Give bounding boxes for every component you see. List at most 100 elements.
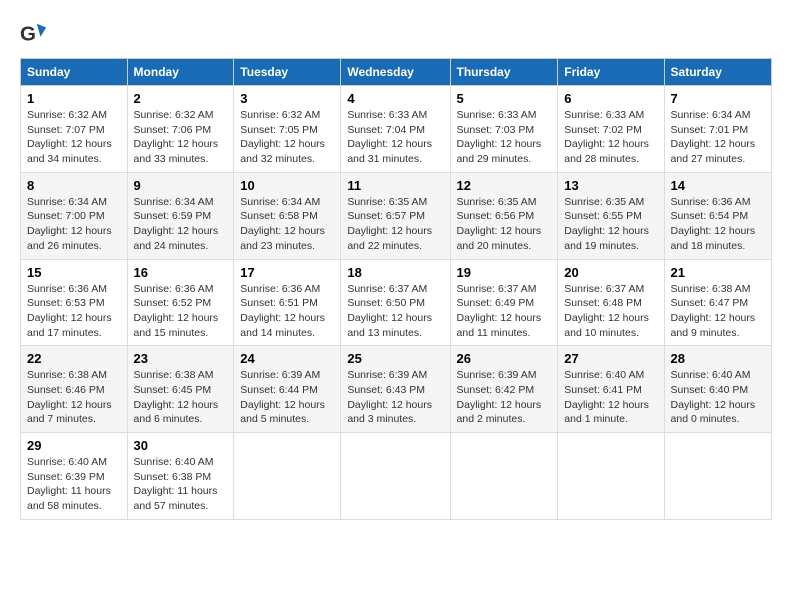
day-detail: Sunrise: 6:34 AMSunset: 7:00 PMDaylight:… (27, 196, 112, 252)
calendar-cell: 9 Sunrise: 6:34 AMSunset: 6:59 PMDayligh… (127, 172, 234, 259)
day-number: 15 (27, 265, 121, 280)
day-number: 5 (457, 91, 552, 106)
calendar-cell: 14 Sunrise: 6:36 AMSunset: 6:54 PMDaylig… (664, 172, 771, 259)
calendar-cell: 29 Sunrise: 6:40 AMSunset: 6:39 PMDaylig… (21, 433, 128, 520)
calendar-cell: 23 Sunrise: 6:38 AMSunset: 6:45 PMDaylig… (127, 346, 234, 433)
calendar-cell: 8 Sunrise: 6:34 AMSunset: 7:00 PMDayligh… (21, 172, 128, 259)
calendar-cell: 22 Sunrise: 6:38 AMSunset: 6:46 PMDaylig… (21, 346, 128, 433)
day-number: 27 (564, 351, 657, 366)
svg-text:G: G (20, 23, 36, 46)
column-header-monday: Monday (127, 59, 234, 86)
day-detail: Sunrise: 6:36 AMSunset: 6:51 PMDaylight:… (240, 283, 325, 339)
day-detail: Sunrise: 6:40 AMSunset: 6:41 PMDaylight:… (564, 369, 649, 425)
day-number: 20 (564, 265, 657, 280)
calendar-cell: 11 Sunrise: 6:35 AMSunset: 6:57 PMDaylig… (341, 172, 450, 259)
calendar-cell: 20 Sunrise: 6:37 AMSunset: 6:48 PMDaylig… (558, 259, 664, 346)
day-number: 28 (671, 351, 765, 366)
calendar-cell: 1 Sunrise: 6:32 AMSunset: 7:07 PMDayligh… (21, 86, 128, 173)
day-detail: Sunrise: 6:40 AMSunset: 6:40 PMDaylight:… (671, 369, 756, 425)
calendar-cell: 21 Sunrise: 6:38 AMSunset: 6:47 PMDaylig… (664, 259, 771, 346)
calendar-cell: 10 Sunrise: 6:34 AMSunset: 6:58 PMDaylig… (234, 172, 341, 259)
logo: G (20, 20, 52, 48)
day-detail: Sunrise: 6:34 AMSunset: 6:58 PMDaylight:… (240, 196, 325, 252)
calendar-cell: 7 Sunrise: 6:34 AMSunset: 7:01 PMDayligh… (664, 86, 771, 173)
day-detail: Sunrise: 6:33 AMSunset: 7:04 PMDaylight:… (347, 109, 432, 165)
calendar-week-3: 15 Sunrise: 6:36 AMSunset: 6:53 PMDaylig… (21, 259, 772, 346)
day-detail: Sunrise: 6:38 AMSunset: 6:45 PMDaylight:… (134, 369, 219, 425)
calendar-cell: 28 Sunrise: 6:40 AMSunset: 6:40 PMDaylig… (664, 346, 771, 433)
calendar-cell: 30 Sunrise: 6:40 AMSunset: 6:38 PMDaylig… (127, 433, 234, 520)
calendar-cell: 18 Sunrise: 6:37 AMSunset: 6:50 PMDaylig… (341, 259, 450, 346)
calendar-cell: 13 Sunrise: 6:35 AMSunset: 6:55 PMDaylig… (558, 172, 664, 259)
calendar-cell (341, 433, 450, 520)
calendar-cell (234, 433, 341, 520)
column-header-sunday: Sunday (21, 59, 128, 86)
calendar-cell: 26 Sunrise: 6:39 AMSunset: 6:42 PMDaylig… (450, 346, 558, 433)
column-header-friday: Friday (558, 59, 664, 86)
day-detail: Sunrise: 6:34 AMSunset: 7:01 PMDaylight:… (671, 109, 756, 165)
day-detail: Sunrise: 6:36 AMSunset: 6:53 PMDaylight:… (27, 283, 112, 339)
day-number: 13 (564, 178, 657, 193)
day-detail: Sunrise: 6:36 AMSunset: 6:54 PMDaylight:… (671, 196, 756, 252)
calendar-cell: 2 Sunrise: 6:32 AMSunset: 7:06 PMDayligh… (127, 86, 234, 173)
day-detail: Sunrise: 6:39 AMSunset: 6:44 PMDaylight:… (240, 369, 325, 425)
day-detail: Sunrise: 6:40 AMSunset: 6:38 PMDaylight:… (134, 456, 218, 512)
day-number: 21 (671, 265, 765, 280)
day-detail: Sunrise: 6:40 AMSunset: 6:39 PMDaylight:… (27, 456, 111, 512)
day-number: 24 (240, 351, 334, 366)
column-header-saturday: Saturday (664, 59, 771, 86)
calendar-cell: 24 Sunrise: 6:39 AMSunset: 6:44 PMDaylig… (234, 346, 341, 433)
day-number: 29 (27, 438, 121, 453)
calendar-week-1: 1 Sunrise: 6:32 AMSunset: 7:07 PMDayligh… (21, 86, 772, 173)
day-detail: Sunrise: 6:37 AMSunset: 6:48 PMDaylight:… (564, 283, 649, 339)
calendar-cell (558, 433, 664, 520)
day-detail: Sunrise: 6:33 AMSunset: 7:03 PMDaylight:… (457, 109, 542, 165)
day-detail: Sunrise: 6:34 AMSunset: 6:59 PMDaylight:… (134, 196, 219, 252)
calendar-cell: 3 Sunrise: 6:32 AMSunset: 7:05 PMDayligh… (234, 86, 341, 173)
day-number: 8 (27, 178, 121, 193)
calendar-cell: 15 Sunrise: 6:36 AMSunset: 6:53 PMDaylig… (21, 259, 128, 346)
calendar-cell: 17 Sunrise: 6:36 AMSunset: 6:51 PMDaylig… (234, 259, 341, 346)
logo-icon: G (20, 20, 48, 48)
day-detail: Sunrise: 6:37 AMSunset: 6:49 PMDaylight:… (457, 283, 542, 339)
day-number: 7 (671, 91, 765, 106)
day-number: 30 (134, 438, 228, 453)
day-detail: Sunrise: 6:32 AMSunset: 7:05 PMDaylight:… (240, 109, 325, 165)
calendar-cell: 25 Sunrise: 6:39 AMSunset: 6:43 PMDaylig… (341, 346, 450, 433)
day-detail: Sunrise: 6:38 AMSunset: 6:46 PMDaylight:… (27, 369, 112, 425)
day-number: 1 (27, 91, 121, 106)
day-number: 16 (134, 265, 228, 280)
day-number: 17 (240, 265, 334, 280)
day-number: 2 (134, 91, 228, 106)
day-detail: Sunrise: 6:33 AMSunset: 7:02 PMDaylight:… (564, 109, 649, 165)
calendar-cell: 27 Sunrise: 6:40 AMSunset: 6:41 PMDaylig… (558, 346, 664, 433)
calendar-cell (664, 433, 771, 520)
day-number: 9 (134, 178, 228, 193)
calendar-cell: 16 Sunrise: 6:36 AMSunset: 6:52 PMDaylig… (127, 259, 234, 346)
day-number: 18 (347, 265, 443, 280)
calendar-cell: 5 Sunrise: 6:33 AMSunset: 7:03 PMDayligh… (450, 86, 558, 173)
calendar-week-2: 8 Sunrise: 6:34 AMSunset: 7:00 PMDayligh… (21, 172, 772, 259)
column-header-thursday: Thursday (450, 59, 558, 86)
calendar-week-4: 22 Sunrise: 6:38 AMSunset: 6:46 PMDaylig… (21, 346, 772, 433)
day-detail: Sunrise: 6:35 AMSunset: 6:57 PMDaylight:… (347, 196, 432, 252)
calendar-cell: 6 Sunrise: 6:33 AMSunset: 7:02 PMDayligh… (558, 86, 664, 173)
day-detail: Sunrise: 6:32 AMSunset: 7:07 PMDaylight:… (27, 109, 112, 165)
column-header-wednesday: Wednesday (341, 59, 450, 86)
day-number: 10 (240, 178, 334, 193)
day-number: 14 (671, 178, 765, 193)
day-detail: Sunrise: 6:38 AMSunset: 6:47 PMDaylight:… (671, 283, 756, 339)
calendar-cell: 12 Sunrise: 6:35 AMSunset: 6:56 PMDaylig… (450, 172, 558, 259)
day-number: 3 (240, 91, 334, 106)
day-detail: Sunrise: 6:39 AMSunset: 6:42 PMDaylight:… (457, 369, 542, 425)
day-number: 22 (27, 351, 121, 366)
day-number: 23 (134, 351, 228, 366)
calendar-table: SundayMondayTuesdayWednesdayThursdayFrid… (20, 58, 772, 520)
day-number: 12 (457, 178, 552, 193)
day-number: 4 (347, 91, 443, 106)
day-detail: Sunrise: 6:35 AMSunset: 6:55 PMDaylight:… (564, 196, 649, 252)
day-detail: Sunrise: 6:36 AMSunset: 6:52 PMDaylight:… (134, 283, 219, 339)
calendar-cell: 19 Sunrise: 6:37 AMSunset: 6:49 PMDaylig… (450, 259, 558, 346)
day-detail: Sunrise: 6:37 AMSunset: 6:50 PMDaylight:… (347, 283, 432, 339)
day-number: 11 (347, 178, 443, 193)
